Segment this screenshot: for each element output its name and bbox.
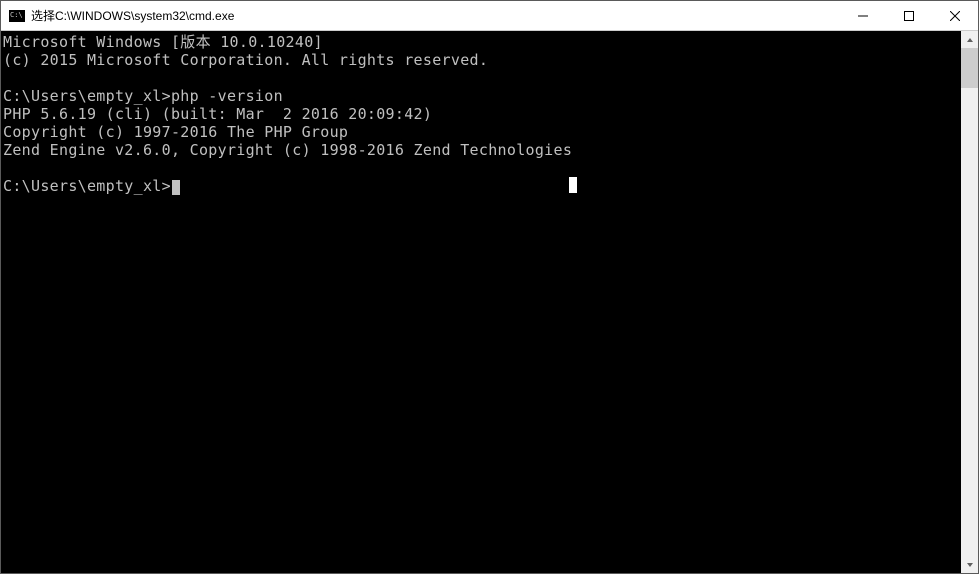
window-controls xyxy=(840,1,978,30)
terminal-line: Microsoft Windows [版本 10.0.10240] xyxy=(3,33,961,51)
minimize-button[interactable] xyxy=(840,1,886,30)
vertical-scrollbar[interactable] xyxy=(961,31,978,573)
terminal-line: Copyright (c) 1997-2016 The PHP Group xyxy=(3,123,961,141)
terminal-line: PHP 5.6.19 (cli) (built: Mar 2 2016 20:0… xyxy=(3,105,961,123)
cmd-icon xyxy=(9,10,25,22)
scrollbar-thumb[interactable] xyxy=(961,48,978,88)
terminal-line: C:\Users\empty_xl>php -version xyxy=(3,87,961,105)
maximize-button[interactable] xyxy=(886,1,932,30)
terminal-line: (c) 2015 Microsoft Corporation. All righ… xyxy=(3,51,961,69)
terminal-line xyxy=(3,159,961,177)
terminal-line: Zend Engine v2.6.0, Copyright (c) 1998-2… xyxy=(3,141,961,159)
terminal-line: C:\Users\empty_xl> xyxy=(3,177,961,195)
close-button[interactable] xyxy=(932,1,978,30)
text-cursor xyxy=(172,180,180,195)
window-title: 选择C:\WINDOWS\system32\cmd.exe xyxy=(31,7,840,24)
scrollbar-track[interactable] xyxy=(961,48,978,556)
scroll-down-button[interactable] xyxy=(961,556,978,573)
titlebar: 选择C:\WINDOWS\system32\cmd.exe xyxy=(1,1,978,31)
client-area: Microsoft Windows [版本 10.0.10240](c) 201… xyxy=(1,31,978,573)
selection-block xyxy=(569,177,577,193)
scroll-up-button[interactable] xyxy=(961,31,978,48)
terminal-line xyxy=(3,69,961,87)
terminal-output[interactable]: Microsoft Windows [版本 10.0.10240](c) 201… xyxy=(1,31,961,573)
